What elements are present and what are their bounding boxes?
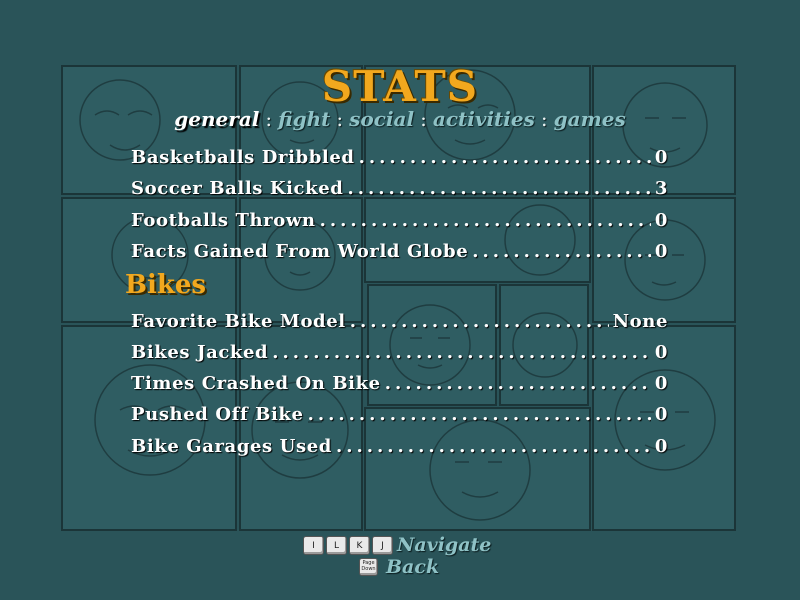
page-down-key-icon: Page Down xyxy=(359,558,378,576)
stat-value: 0 xyxy=(654,436,668,457)
stat-row: Pushed Off Bike ........................… xyxy=(131,404,668,430)
back-button[interactable]: Back xyxy=(386,556,439,578)
tab-separator: : xyxy=(420,107,427,131)
stat-value: None xyxy=(612,311,668,332)
stat-value: 0 xyxy=(654,342,668,363)
stat-label: Times Crashed On Bike xyxy=(131,373,381,394)
key-l-icon: L xyxy=(326,536,347,555)
page-title: STATS xyxy=(321,62,479,111)
stat-row: Times Crashed On Bike ..................… xyxy=(131,373,668,399)
stat-label: Bike Garages Used xyxy=(131,436,332,457)
stat-label: Soccer Balls Kicked xyxy=(131,178,344,199)
tab-separator: : xyxy=(540,107,548,131)
navigate-label: Navigate xyxy=(397,534,492,556)
leader-dots: ........................................… xyxy=(358,147,651,168)
stat-label: Facts Gained From World Globe xyxy=(131,241,469,262)
stat-row: Bikes Jacked ...........................… xyxy=(131,342,668,368)
leader-dots: ........................................… xyxy=(384,373,651,394)
leader-dots: ........................................… xyxy=(335,436,651,457)
stats-tabs: general: fight: social: activities: games xyxy=(0,107,800,131)
stat-value: 0 xyxy=(654,210,668,231)
tab-separator: : xyxy=(265,107,273,131)
stat-row: Footballs Thrown .......................… xyxy=(131,210,668,236)
stat-value: 0 xyxy=(654,404,668,425)
leader-dots: ........................................… xyxy=(307,404,651,425)
stat-row: Basketballs Dribbled ...................… xyxy=(131,147,668,173)
tab-activities[interactable]: activities xyxy=(433,107,535,131)
stat-row: Bike Garages Used ......................… xyxy=(131,436,668,462)
leader-dots: ........................................… xyxy=(347,178,651,199)
tab-general[interactable]: general xyxy=(174,107,259,131)
stat-row: Favorite Bike Model ....................… xyxy=(131,311,668,337)
tab-social[interactable]: social xyxy=(349,107,414,131)
key-j-icon: J xyxy=(372,536,393,555)
leader-dots: ........................................… xyxy=(272,342,651,363)
key-k-icon: K xyxy=(349,536,370,555)
key-i-icon: I xyxy=(303,536,324,555)
navigate-keys: I L K J xyxy=(303,536,393,555)
stat-row: Facts Gained From World Globe ..........… xyxy=(131,241,668,267)
stat-label: Footballs Thrown xyxy=(131,210,316,231)
leader-dots: ........................................… xyxy=(319,210,651,231)
stat-value: 0 xyxy=(654,241,668,262)
tab-separator: : xyxy=(336,107,344,131)
stat-value: 0 xyxy=(654,147,668,168)
stat-value: 0 xyxy=(654,373,668,394)
stat-label: Pushed Off Bike xyxy=(131,404,304,425)
tab-games[interactable]: games xyxy=(554,107,626,131)
leader-dots: ........................................… xyxy=(349,311,609,332)
stat-row: Soccer Balls Kicked ....................… xyxy=(131,178,668,204)
stat-value: 3 xyxy=(654,178,668,199)
stat-label: Basketballs Dribbled xyxy=(131,147,355,168)
stat-label: Favorite Bike Model xyxy=(131,311,346,332)
section-heading-bikes: Bikes xyxy=(125,270,207,300)
stat-label: Bikes Jacked xyxy=(131,342,269,363)
tab-fight[interactable]: fight xyxy=(278,107,330,131)
leader-dots: ........................................… xyxy=(472,241,651,262)
